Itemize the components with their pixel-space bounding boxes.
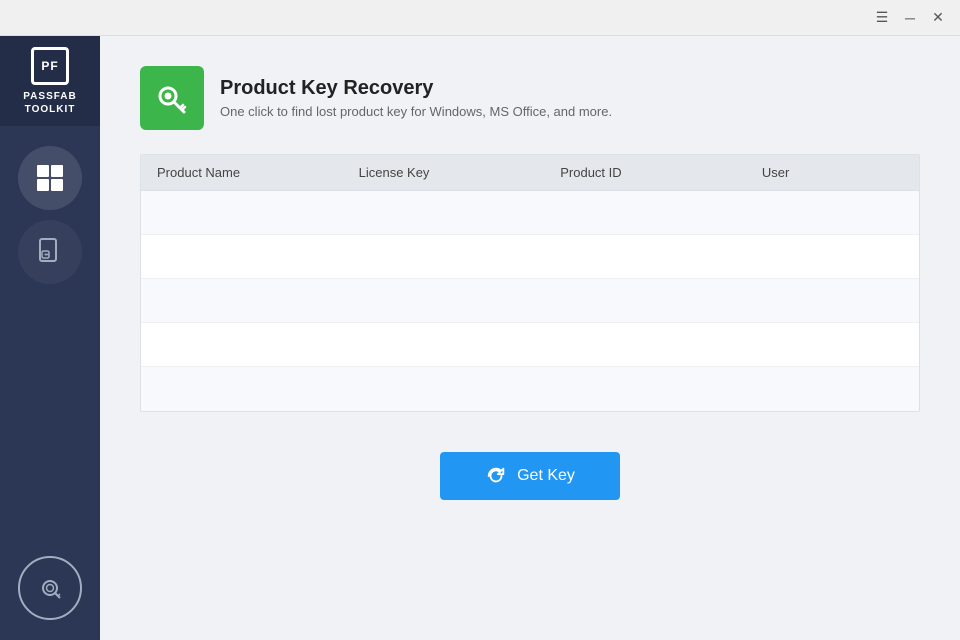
cell-user <box>762 245 903 268</box>
key-recovery-icon <box>152 78 192 118</box>
windows-quad-1 <box>37 165 49 177</box>
cell-license-key <box>359 289 561 312</box>
cell-product-id <box>560 377 762 401</box>
app-title: Product Key Recovery <box>220 77 612 100</box>
sidebar-item-windows[interactable] <box>18 146 82 210</box>
app-header: Product Key Recovery One click to find l… <box>140 66 920 130</box>
app-title-block: Product Key Recovery One click to find l… <box>220 77 612 119</box>
key-ring-icon <box>36 574 64 602</box>
button-area: Get Key <box>140 452 920 500</box>
minimize-button[interactable]: ─ <box>896 4 924 32</box>
windows-quad-3 <box>37 179 49 191</box>
sidebar: PASSFABTOOLKIT <box>0 36 100 640</box>
table-row <box>141 235 919 279</box>
cell-product-id <box>560 333 762 356</box>
table-row <box>141 367 919 411</box>
sidebar-item-product-key[interactable] <box>18 556 82 620</box>
sidebar-bottom <box>18 556 82 640</box>
column-product-id: Product ID <box>560 165 762 180</box>
app-subtitle: One click to find lost product key for W… <box>220 104 612 119</box>
cell-user <box>762 201 903 224</box>
cell-product-name <box>157 333 359 356</box>
get-key-button[interactable]: Get Key <box>440 452 620 500</box>
cell-user <box>762 377 903 401</box>
windows-quad-2 <box>51 165 63 177</box>
cell-license-key <box>359 245 561 268</box>
sidebar-navigation <box>18 126 82 556</box>
sidebar-logo: PASSFABTOOLKIT <box>0 36 100 126</box>
table-row <box>141 191 919 235</box>
cell-product-name <box>157 201 359 224</box>
cell-license-key <box>359 377 561 401</box>
windows-quad-4 <box>51 179 63 191</box>
cell-product-id <box>560 289 762 312</box>
table-header: Product Name License Key Product ID User <box>141 155 919 191</box>
close-button[interactable]: ✕ <box>924 4 952 32</box>
column-product-name: Product Name <box>157 165 359 180</box>
cell-license-key <box>359 333 561 356</box>
cell-user <box>762 289 903 312</box>
cell-product-name <box>157 245 359 268</box>
cell-product-id <box>560 245 762 268</box>
sidebar-item-file-key[interactable] <box>18 220 82 284</box>
title-bar: ☰ ─ ✕ <box>0 0 960 36</box>
main-content: Product Key Recovery One click to find l… <box>100 36 960 640</box>
column-license-key: License Key <box>359 165 561 180</box>
sidebar-brand-name: PASSFABTOOLKIT <box>23 90 77 116</box>
app-body: PASSFABTOOLKIT <box>0 36 960 640</box>
cell-product-name <box>157 289 359 312</box>
cell-product-id <box>560 201 762 224</box>
column-user: User <box>762 165 903 180</box>
app-icon-inner <box>152 78 192 118</box>
passfab-logo-icon <box>31 47 69 85</box>
refresh-icon <box>485 465 507 487</box>
get-key-label: Get Key <box>517 467 575 485</box>
windows-icon <box>37 165 63 191</box>
product-key-table: Product Name License Key Product ID User <box>140 154 920 412</box>
menu-button[interactable]: ☰ <box>868 4 896 32</box>
cell-user <box>762 333 903 356</box>
table-row <box>141 323 919 367</box>
app-icon <box>140 66 204 130</box>
table-row <box>141 279 919 323</box>
file-key-icon <box>35 237 65 267</box>
cell-product-name <box>157 377 359 401</box>
cell-license-key <box>359 201 561 224</box>
